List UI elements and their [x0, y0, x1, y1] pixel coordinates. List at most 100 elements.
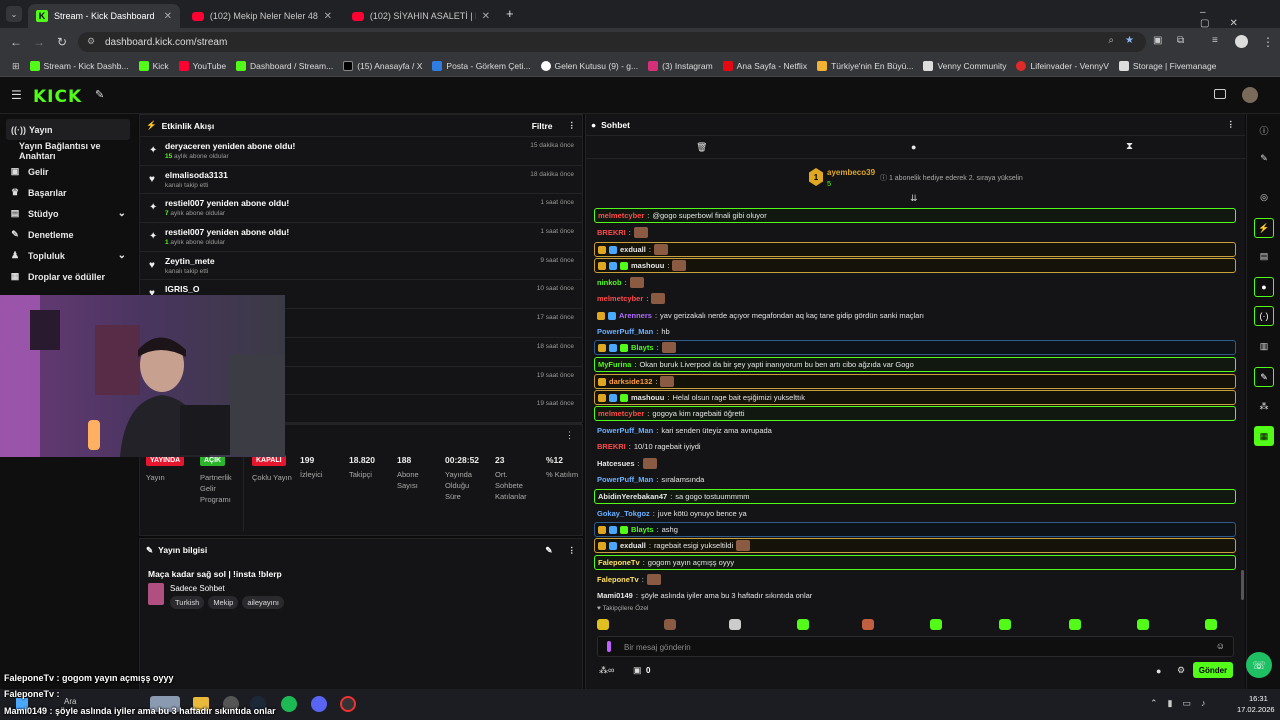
puzzle-extensions-icon[interactable]: ⧉ [1177, 35, 1184, 46]
stream-tag[interactable]: Turkish [170, 596, 205, 609]
emoji-icon[interactable]: ☺ [1216, 641, 1225, 651]
chat-message[interactable]: PowerPuff_Man: kari senden üteyiz ama avr… [594, 423, 1236, 438]
category-thumbnail[interactable] [148, 583, 164, 605]
sidebar-item-stream-key[interactable]: Yayın Bağlantısı ve Anahtarı [0, 140, 138, 161]
discord-icon[interactable] [311, 696, 327, 712]
extension-icon[interactable]: ▣ [1153, 35, 1162, 46]
close-icon[interactable]: ✕ [164, 11, 172, 22]
media-icon[interactable]: ≡ [1212, 35, 1218, 46]
emote-icon[interactable] [664, 619, 676, 630]
bookmark-item[interactable]: Posta - Görkem Çeti... [432, 61, 531, 71]
bookmark-item[interactable]: Kick [138, 61, 169, 71]
bookmark-item[interactable]: Ana Sayfa - Netflix [722, 61, 807, 71]
app-icon[interactable]: ▦ [1254, 426, 1274, 446]
pin-icon[interactable]: ✎ [95, 88, 104, 101]
sidebar-item-gelir[interactable]: ▣ Gelir [0, 161, 138, 182]
expand-down-icon[interactable]: ⇊ [910, 193, 918, 204]
chat-username[interactable]: Blayts [631, 343, 654, 352]
chevron-down-icon[interactable]: ⌄ [118, 208, 126, 219]
chat-message[interactable]: FaleponeTv: [594, 572, 1236, 587]
chat-username[interactable]: ninkob [597, 278, 622, 287]
chat-username[interactable]: Arenners [619, 311, 652, 320]
chat-message[interactable]: MyFurina: Okan buruk Liverpool da bir şey… [594, 357, 1236, 372]
system-tray-icons[interactable]: ⌃▮▭♪ [1150, 698, 1216, 709]
activity-event-row[interactable]: ✦ restiel007 yeniden abone oldu! 7 aylık a… [140, 194, 582, 224]
edit-pencil-icon[interactable]: ✎ [1254, 148, 1274, 168]
kick-logo[interactable]: KICK [33, 87, 82, 107]
bookmark-item[interactable]: (3) Instagram [648, 61, 713, 71]
sidebar-item-topluluk[interactable]: ♟ Topluluk ⌄ [0, 245, 138, 266]
emote-icon[interactable] [1137, 619, 1149, 630]
spotify-icon[interactable] [281, 696, 297, 712]
settings-gear-icon[interactable]: ⚙ [1177, 665, 1185, 676]
bookmark-item[interactable]: Dashboard / Stream... [236, 61, 333, 71]
lightning-icon[interactable]: ⚡ [1254, 218, 1274, 238]
new-tab-plus-icon[interactable]: + [506, 6, 514, 21]
chat-message[interactable]: Hatcesues: [594, 456, 1236, 471]
wallet-icon[interactable] [1214, 89, 1226, 99]
stream-tag[interactable]: Mekip [208, 596, 239, 609]
chat-message[interactable]: melmetcyber: gogoya kim ragebaiti öğretti [594, 406, 1236, 421]
back-arrow-icon[interactable]: ← [10, 35, 22, 49]
hamburger-menu-icon[interactable]: ☰ [11, 88, 22, 102]
info-icon[interactable]: ⓘ [1254, 120, 1274, 140]
apps-grid-icon[interactable]: ⊞ [12, 61, 20, 72]
chat-bubble-icon[interactable]: ● [1254, 277, 1274, 297]
chat-bubble-icon[interactable]: ● [911, 142, 916, 152]
emote-icon[interactable] [862, 619, 874, 630]
sidebar-item-yayin[interactable]: ((·)) Yayın [6, 119, 130, 140]
chat-input[interactable]: Bir mesaj gönderin ☺ [597, 636, 1234, 657]
chat-username[interactable]: Hatcesues [597, 459, 635, 468]
chat-username[interactable]: exduall [620, 245, 646, 254]
bookmark-item[interactable]: Stream - Kick Dashb... [29, 61, 129, 71]
sidebar-item-droplar[interactable]: ▦ Droplar ve ödüller [0, 266, 138, 287]
url-input[interactable]: ⚙ dashboard.kick.com/stream ⌕ ★ [78, 32, 1146, 52]
bookmark-item[interactable]: Venny Community [923, 61, 1006, 71]
bookmark-star-icon[interactable]: ★ [1125, 35, 1134, 46]
chat-message[interactable]: BREKRI:10/10 ragebait iyiydi [594, 439, 1236, 454]
site-info-icon[interactable]: ⚙ [87, 36, 95, 47]
chat-username[interactable]: Blayts [631, 525, 654, 534]
tab-kick-dashboard[interactable]: K Stream - Kick Dashboard ✕ [28, 4, 180, 28]
reload-icon[interactable]: ↻ [57, 35, 67, 49]
emote-icon[interactable] [1205, 619, 1217, 630]
tab-youtube-1[interactable]: (102) Mekip Neler Neler 48.Böl... ✕ [184, 4, 340, 28]
close-icon[interactable]: ✕ [482, 11, 490, 22]
stream-tag[interactable]: aileyayını [242, 596, 285, 609]
sidebar-item-denetleme[interactable]: ✎ Denetleme [0, 224, 138, 245]
sidebar-item-basarilar[interactable]: ♛ Başarılar [0, 182, 138, 203]
tab-list-icon[interactable]: ⌄ [6, 6, 22, 22]
activity-event-row[interactable]: ✦ restiel007 yeniden abone oldu! 1 aylık a… [140, 223, 582, 252]
chat-message[interactable]: mashouu: [594, 258, 1236, 273]
tab-youtube-2[interactable]: (102) SİYAHIN ASALETİ | Madar... ✕ [344, 4, 498, 28]
chat-username[interactable]: BREKRI [597, 442, 626, 451]
bookmark-item[interactable]: Türkiye'nin En Büyü... [817, 61, 913, 71]
emote-icon[interactable] [597, 619, 609, 630]
channel-points-icon[interactable]: ⁂∞ [599, 665, 614, 676]
chat-username[interactable]: Mami0149 [597, 591, 633, 600]
chat-username[interactable]: BREKRI [597, 228, 626, 237]
emote-icon[interactable] [999, 619, 1011, 630]
chat-username[interactable]: PowerPuff_Man [597, 426, 653, 435]
chat-username[interactable]: Gokay_Tokgoz [597, 509, 650, 518]
chat-message[interactable]: Blayts: ashg [594, 522, 1236, 537]
chat-message[interactable]: Blayts: [594, 340, 1236, 355]
chat-message[interactable]: darkside132: [594, 374, 1236, 389]
kebab-menu-icon[interactable]: ⋮ [1227, 119, 1236, 130]
chat-message[interactable]: PowerPuff_Man: sıralamsında [594, 472, 1236, 487]
forward-arrow-icon[interactable]: → [33, 35, 45, 49]
bookmark-item[interactable]: Gelen Kutusu (9) - g... [540, 61, 638, 71]
activity-event-row[interactable]: ♥ Zeytin_mete kanalı takip etti 9 saat önce [140, 252, 582, 281]
sidebar-item-studyo[interactable]: ▤ Stüdyo ⌄ [0, 203, 138, 224]
kebab-menu-icon[interactable]: ⋮ [568, 545, 577, 556]
chat-message[interactable]: Mami0149: şöyle aslında iyiler ama bu 3 h… [594, 588, 1236, 603]
send-button[interactable]: Gönder [1193, 662, 1233, 678]
chat-username[interactable]: melmetcyber [597, 294, 643, 303]
chat-message[interactable]: exduall: [594, 242, 1236, 257]
edit-pencil-icon[interactable]: ✎ [545, 545, 552, 556]
chat-message[interactable]: Gokay_Tokgoz: juve kötü oynuyo bence ya [594, 506, 1236, 521]
chat-message[interactable]: exduall: ragebait esigi yukseltildi [594, 538, 1236, 553]
emote-icon[interactable] [729, 619, 741, 630]
chat-username[interactable]: PowerPuff_Man [597, 475, 653, 484]
kebab-menu-icon[interactable]: ⋮ [568, 120, 577, 131]
